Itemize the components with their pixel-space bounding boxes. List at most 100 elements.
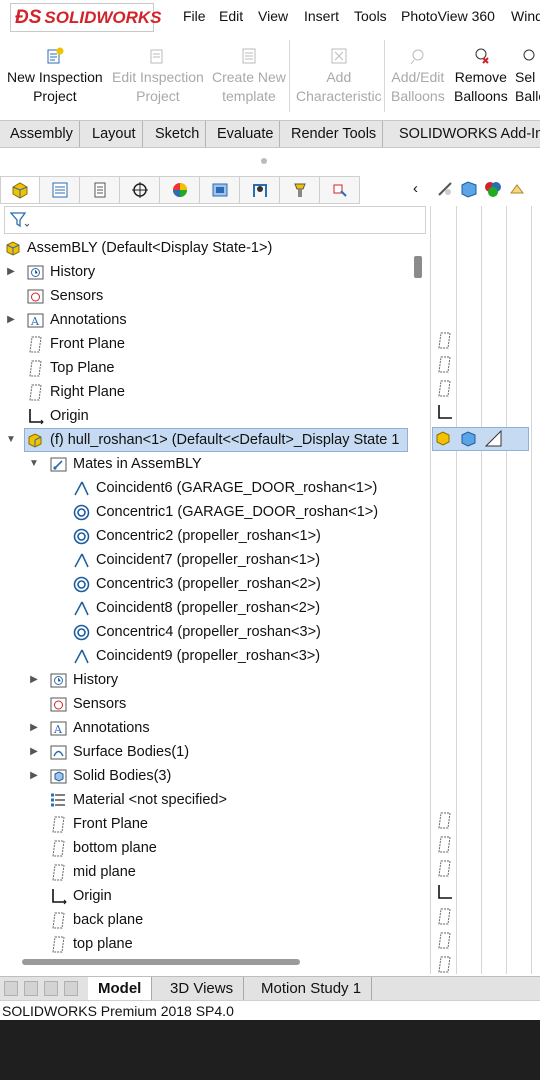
select-balloons-button[interactable]: Sel Ballo <box>515 46 540 106</box>
tree-item-top-plane[interactable]: top plane <box>0 932 420 956</box>
tree-item-origin[interactable]: Origin <box>0 404 420 428</box>
part-visibility-icon[interactable] <box>436 430 453 447</box>
tree-item-hull-part[interactable]: (f) hull_roshan<1> (Default<<Default>_Di… <box>24 428 408 452</box>
panel-splitter-grip[interactable] <box>261 158 267 164</box>
menu-window[interactable]: Wind <box>511 8 540 24</box>
tree-item-material[interactable]: Material <not specified> <box>0 788 420 812</box>
tree-horizontal-scrollbar[interactable] <box>22 959 300 965</box>
tree-item-history[interactable]: ▶ History <box>0 260 420 284</box>
tab-layout[interactable]: Layout <box>86 121 143 147</box>
tree-item-surface-bodies[interactable]: ▶ Surface Bodies(1) <box>0 740 420 764</box>
expand-arrow-icon[interactable]: ▶ <box>29 740 39 764</box>
tab-render-tools[interactable]: Render Tools <box>285 121 384 147</box>
edit-inspection-project-button[interactable]: Edit Inspection Project <box>112 46 204 106</box>
tree-item-top-plane[interactable]: Top Plane <box>0 356 420 380</box>
tree-item-back-plane[interactable]: back plane <box>0 908 420 932</box>
simulation-tab[interactable] <box>240 176 280 204</box>
tree-item-coincident7[interactable]: Coincident7 (propeller_roshan<1>) <box>0 548 420 572</box>
transparency-icon[interactable] <box>508 180 526 198</box>
tree-filter-box[interactable] <box>4 206 426 234</box>
plane-visibility-icon[interactable] <box>436 380 453 397</box>
tree-item-front-plane[interactable]: Front Plane <box>0 812 420 836</box>
plane-visibility-icon[interactable] <box>436 332 453 349</box>
menu-view[interactable]: View <box>258 8 288 24</box>
plane-visibility-icon[interactable] <box>436 908 453 925</box>
tree-root[interactable]: AssemBLY (Default<Display State-1>) <box>0 236 420 260</box>
tools-tab[interactable] <box>280 176 320 204</box>
displaymanager-tab[interactable] <box>160 176 200 204</box>
plane-visibility-icon[interactable] <box>436 836 453 853</box>
prev-tab-icon[interactable] <box>24 981 38 996</box>
tree-item-sensors[interactable]: Sensors <box>0 284 420 308</box>
featuremanager-tab[interactable] <box>0 176 40 204</box>
plane-visibility-icon[interactable] <box>436 860 453 877</box>
menu-file[interactable]: File <box>183 8 206 24</box>
tree-item-concentric1[interactable]: Concentric1 (GARAGE_DOOR_roshan<1>) <box>0 500 420 524</box>
tree-item-concentric4[interactable]: Concentric4 (propeller_roshan<3>) <box>0 620 420 644</box>
display-mode-icon[interactable] <box>460 430 477 447</box>
remove-balloons-button[interactable]: Remove Balloons <box>454 46 508 106</box>
tree-item-coincident8[interactable]: Coincident8 (propeller_roshan<2>) <box>0 596 420 620</box>
svg-text:A: A <box>53 723 63 736</box>
tree-item-bottom-plane[interactable]: bottom plane <box>0 836 420 860</box>
tree-item-mid-plane[interactable]: mid plane <box>0 860 420 884</box>
expand-arrow-icon[interactable]: ▶ <box>29 764 39 788</box>
first-tab-icon[interactable] <box>4 981 18 996</box>
plane-visibility-icon[interactable] <box>436 956 453 973</box>
last-tab-icon[interactable] <box>64 981 78 996</box>
tab-evaluate[interactable]: Evaluate <box>211 121 281 147</box>
tree-item-front-plane[interactable]: Front Plane <box>0 332 420 356</box>
collapse-arrow-icon[interactable]: ▼ <box>29 452 39 476</box>
tree-vertical-scrollbar[interactable] <box>414 256 422 278</box>
origin-visibility-icon[interactable] <box>436 884 453 901</box>
next-tab-icon[interactable] <box>44 981 58 996</box>
create-new-template-button[interactable]: Create New template <box>212 46 286 106</box>
add-edit-balloons-button[interactable]: Add/Edit Balloons <box>391 46 445 106</box>
transparency-icon[interactable] <box>485 430 502 447</box>
tree-item-solid-bodies[interactable]: ▶ Solid Bodies(3) <box>0 764 420 788</box>
appearance-color-icon[interactable] <box>484 180 502 198</box>
tree-item-annotations[interactable]: ▶ A Annotations <box>0 308 420 332</box>
tree-item-coincident6[interactable]: Coincident6 (GARAGE_DOOR_roshan<1>) <box>0 476 420 500</box>
menu-photoview[interactable]: PhotoView 360 <box>401 8 495 24</box>
tab-assembly[interactable]: Assembly <box>4 121 80 147</box>
tree-item-mates[interactable]: ▼ Mates in AssemBLY <box>0 452 420 476</box>
plane-visibility-icon[interactable] <box>436 812 453 829</box>
origin-visibility-icon[interactable] <box>436 404 453 421</box>
tree-item-origin[interactable]: Origin <box>0 884 420 908</box>
tree-item-concentric2[interactable]: Concentric2 (propeller_roshan<1>) <box>0 524 420 548</box>
hide-show-icon[interactable] <box>436 180 454 198</box>
tree-item-label: Coincident9 (propeller_roshan<3>) <box>96 648 321 664</box>
tree-item-right-plane[interactable]: Right Plane <box>0 380 420 404</box>
tree-item-coincident9[interactable]: Coincident9 (propeller_roshan<3>) <box>0 644 420 668</box>
menu-insert[interactable]: Insert <box>304 8 339 24</box>
collapse-arrow-icon[interactable]: ‹ <box>413 180 418 197</box>
plane-visibility-icon[interactable] <box>436 356 453 373</box>
dimxpert-tab[interactable] <box>120 176 160 204</box>
menu-edit[interactable]: Edit <box>219 8 243 24</box>
tree-item-annotations[interactable]: ▶ A Annotations <box>0 716 420 740</box>
expand-arrow-icon[interactable]: ▶ <box>6 260 16 284</box>
tab-3d-views[interactable]: 3D Views <box>160 977 245 1000</box>
solidworks-logo[interactable]: ƉS SOLIDWORKS <box>10 3 162 32</box>
collapse-arrow-icon[interactable]: ▼ <box>6 428 18 452</box>
tab-motion-study[interactable]: Motion Study 1 <box>251 977 373 1000</box>
configurationmanager-tab[interactable] <box>80 176 120 204</box>
measure-tab[interactable] <box>320 176 360 204</box>
cam-tab[interactable] <box>200 176 240 204</box>
tree-item-sensors[interactable]: Sensors <box>0 692 420 716</box>
tab-solidworks-addins[interactable]: SOLIDWORKS Add-In <box>393 121 540 147</box>
new-inspection-project-button[interactable]: New Inspection Project <box>7 46 103 106</box>
expand-arrow-icon[interactable]: ▶ <box>29 716 39 740</box>
menu-tools[interactable]: Tools <box>354 8 387 24</box>
expand-arrow-icon[interactable]: ▶ <box>6 308 16 332</box>
display-mode-icon[interactable] <box>460 180 478 198</box>
expand-arrow-icon[interactable]: ▶ <box>29 668 39 692</box>
tab-model[interactable]: Model <box>88 977 153 1000</box>
tree-item-history[interactable]: ▶ History <box>0 668 420 692</box>
add-characteristic-button[interactable]: Add Characteristic <box>296 46 382 106</box>
propertymanager-tab[interactable] <box>40 176 80 204</box>
tab-sketch[interactable]: Sketch <box>149 121 207 147</box>
plane-visibility-icon[interactable] <box>436 932 453 949</box>
tree-item-concentric3[interactable]: Concentric3 (propeller_roshan<2>) <box>0 572 420 596</box>
